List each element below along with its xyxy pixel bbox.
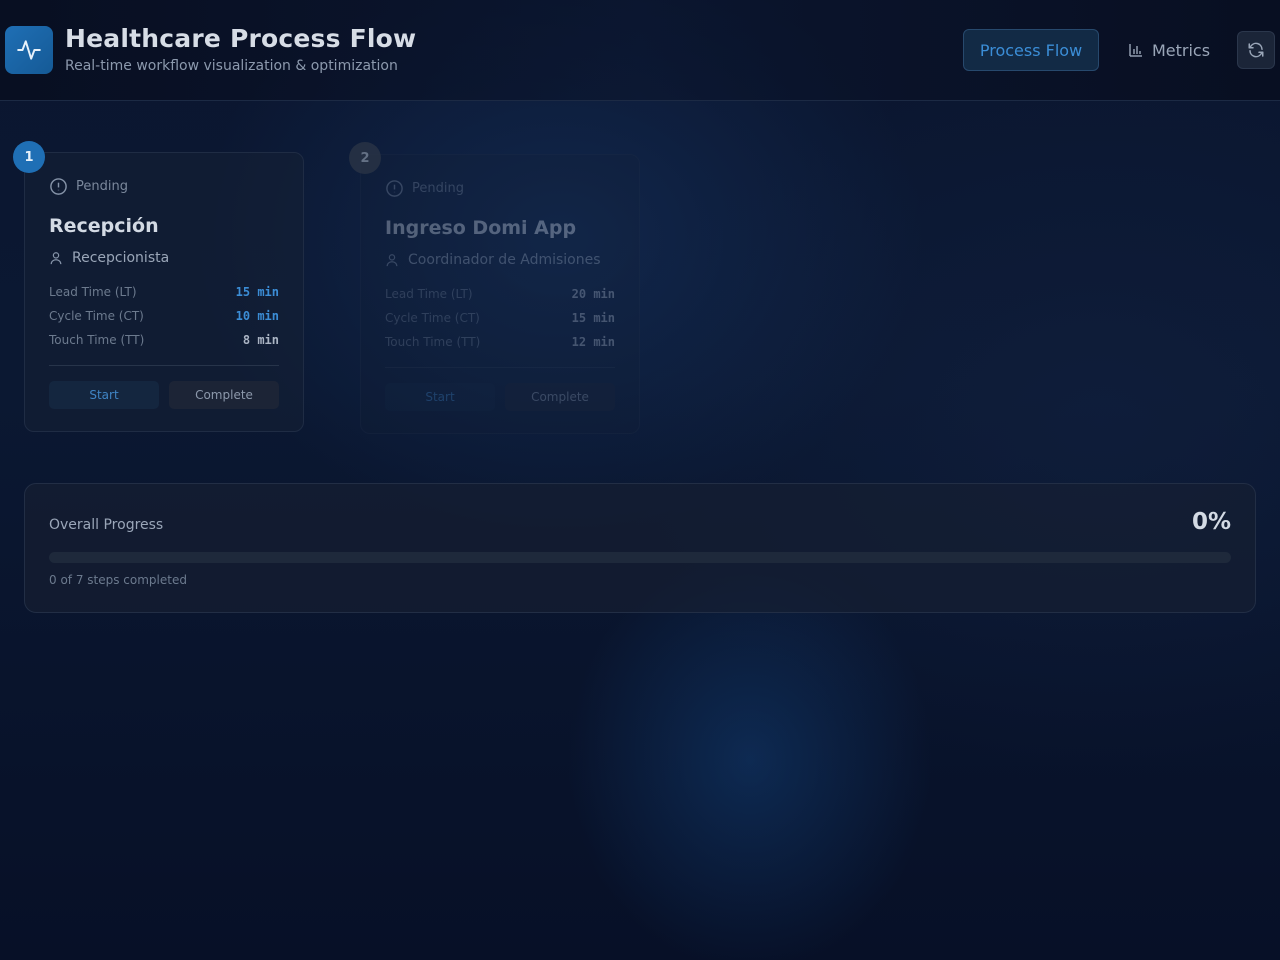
step-title: Recepción	[49, 215, 159, 237]
lead-time-row: Lead Time (LT) 20 min	[385, 285, 615, 303]
complete-button-label: Complete	[195, 388, 253, 402]
refresh-button[interactable]	[1237, 31, 1275, 69]
bar-chart-icon	[1129, 44, 1142, 57]
metrics-label: Metrics	[1151, 40, 1211, 60]
start-button-label: Start	[425, 390, 455, 404]
card-divider	[49, 365, 279, 366]
lead-time-value: 20 min	[571, 287, 615, 301]
app-subtitle: Real-time workflow visualization & optim…	[65, 58, 398, 74]
cycle-time-row: Cycle Time (CT) 15 min	[385, 309, 615, 327]
cycle-time-row: Cycle Time (CT) 10 min	[49, 307, 279, 325]
touch-time-value: 8 min	[242, 333, 279, 347]
touch-time-value: 12 min	[571, 335, 615, 349]
step-number-badge: 1	[13, 141, 45, 173]
step-card-ingreso-domi-app: Pending Ingreso Domi App Coordinador de …	[360, 154, 640, 434]
start-button[interactable]: Start	[385, 383, 495, 411]
lead-time-row: Lead Time (LT) 15 min	[49, 283, 279, 301]
step-number: 1	[24, 149, 34, 165]
user-icon	[50, 252, 62, 265]
complete-button[interactable]: Complete	[169, 381, 279, 409]
complete-button-label: Complete	[531, 390, 589, 404]
process-flow-label: Process Flow	[979, 40, 1083, 60]
touch-time-row: Touch Time (TT) 8 min	[49, 331, 279, 349]
cycle-time-value: 15 min	[571, 311, 615, 325]
cycle-time-label: Cycle Time (CT)	[385, 311, 480, 325]
app-header: Healthcare Process Flow Real-time workfl…	[0, 0, 1280, 101]
step-status-label: Pending	[412, 181, 464, 196]
refresh-icon	[1248, 42, 1264, 58]
cycle-time-label: Cycle Time (CT)	[49, 309, 144, 323]
step-role: Recepcionista	[49, 250, 169, 266]
start-button[interactable]: Start	[49, 381, 159, 409]
lead-time-value: 15 min	[235, 285, 279, 299]
step-role-label: Recepcionista	[72, 250, 170, 266]
complete-button[interactable]: Complete	[505, 383, 615, 411]
step-number: 2	[360, 150, 370, 166]
progress-caption: 0 of 7 steps completed	[49, 573, 187, 587]
step-status: Pending	[385, 179, 464, 198]
progress-percent: 0%	[1191, 509, 1231, 535]
progress-label: Overall Progress	[49, 517, 164, 533]
clock-alert-icon	[50, 178, 67, 195]
touch-time-label: Touch Time (TT)	[49, 333, 145, 347]
card-divider	[385, 367, 615, 368]
step-status-label: Pending	[76, 179, 128, 194]
step-status: Pending	[49, 177, 128, 196]
cycle-time-value: 10 min	[235, 309, 279, 323]
touch-time-row: Touch Time (TT) 12 min	[385, 333, 615, 351]
app-title: Healthcare Process Flow	[65, 24, 417, 53]
overall-progress-panel: Overall Progress 0% 0 of 7 steps complet…	[24, 483, 1256, 613]
user-icon	[386, 254, 398, 267]
step-title: Ingreso Domi App	[385, 217, 577, 239]
lead-time-label: Lead Time (LT)	[385, 287, 473, 301]
lead-time-label: Lead Time (LT)	[49, 285, 137, 299]
step-number-badge: 2	[349, 142, 381, 174]
touch-time-label: Touch Time (TT)	[385, 335, 481, 349]
step-role: Coordinador de Admisiones	[385, 252, 601, 268]
clock-alert-icon	[386, 180, 403, 197]
activity-pulse-icon	[17, 40, 41, 60]
metrics-tab[interactable]: Metrics	[1115, 29, 1223, 71]
progress-bar	[49, 552, 1231, 563]
step-role-label: Coordinador de Admisiones	[408, 252, 601, 268]
start-button-label: Start	[89, 388, 119, 402]
process-flow-tab[interactable]: Process Flow	[963, 29, 1099, 71]
step-card-recepcion: Pending Recepción Recepcionista Lead Tim…	[24, 152, 304, 432]
app-logo	[5, 26, 53, 74]
